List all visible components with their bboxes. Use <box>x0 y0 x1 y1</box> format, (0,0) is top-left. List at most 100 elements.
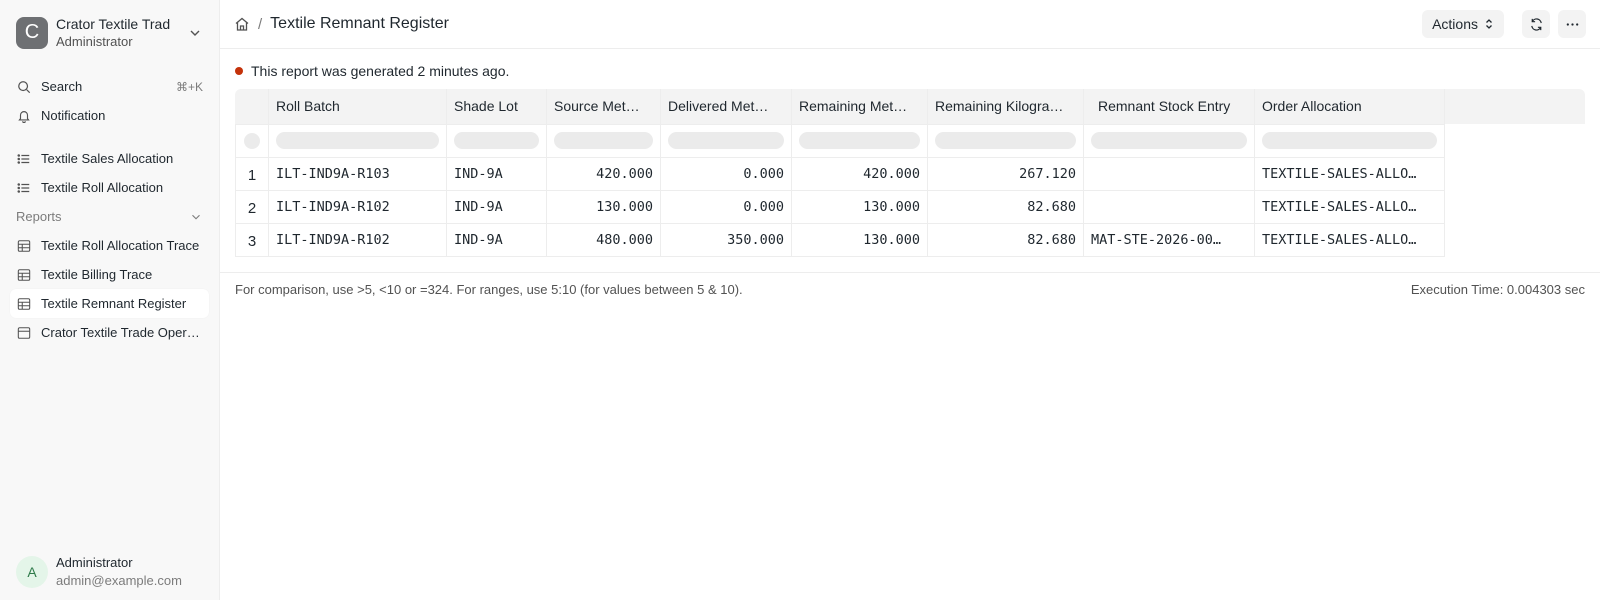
filter-cell[interactable] <box>791 123 928 158</box>
sidebar-notification[interactable]: Notification <box>0 101 219 130</box>
table-row[interactable]: 2 ILT-IND9A-R102 IND-9A 130.000 0.000 13… <box>235 189 1445 224</box>
row-index: 3 <box>235 222 269 257</box>
more-button[interactable] <box>1558 10 1586 38</box>
cell-remnant-stock-entry[interactable]: MAT-STE-2026-00… <box>1083 222 1255 257</box>
report-table: Roll Batch Shade Lot Source Met… Deliver… <box>235 89 1445 257</box>
filter-cell[interactable] <box>1254 123 1445 158</box>
filter-row <box>235 123 1445 158</box>
cell-roll-batch[interactable]: ILT-IND9A-R102 <box>268 222 447 257</box>
status-dot <box>235 67 243 75</box>
cell-source-meters[interactable]: 420.000 <box>546 156 661 191</box>
cell-remnant-stock-entry[interactable] <box>1083 189 1255 224</box>
app-root: C Crator Textile Trad Administrator Sear… <box>0 0 1600 600</box>
cell-remaining-meters[interactable]: 420.000 <box>791 156 928 191</box>
search-label: Search <box>41 79 83 94</box>
filter-placeholder <box>276 132 439 149</box>
sidebar-item-textile-billing-trace[interactable]: Textile Billing Trace <box>0 260 219 289</box>
cell-delivered-meters[interactable]: 0.000 <box>660 189 792 224</box>
user-name: Administrator <box>56 555 133 570</box>
row-index: 1 <box>235 156 269 191</box>
workspace-switcher[interactable]: C Crator Textile Trad Administrator <box>0 0 219 50</box>
workspace-role: Administrator <box>56 33 133 49</box>
table-row[interactable]: 1 ILT-IND9A-R103 IND-9A 420.000 0.000 42… <box>235 156 1445 191</box>
column-header-remnant-stock-entry[interactable]: Remnant Stock Entry <box>1083 89 1255 124</box>
cell-remaining-kilograms[interactable]: 82.680 <box>927 189 1084 224</box>
cell-remnant-stock-entry[interactable] <box>1083 156 1255 191</box>
updown-chevron-icon <box>1486 19 1492 29</box>
sidebar-item-textile-sales-allocation[interactable]: Textile Sales Allocation <box>0 144 219 173</box>
sheet-icon <box>16 325 32 341</box>
filter-cell[interactable] <box>1083 123 1255 158</box>
cell-order-allocation[interactable]: TEXTILE-SALES-ALLO… <box>1254 222 1445 257</box>
column-header-shade-lot[interactable]: Shade Lot <box>446 89 547 124</box>
sidebar-item-label: Crator Textile Trade Operations <box>41 325 203 340</box>
workspace-name: Crator Textile Trad <box>56 15 171 32</box>
filter-placeholder <box>454 132 539 149</box>
column-header-source-meters[interactable]: Source Met… <box>546 89 661 124</box>
list-icon <box>16 180 32 196</box>
reports-section-label: Reports <box>16 209 62 224</box>
cell-shade-lot[interactable]: IND-9A <box>446 222 547 257</box>
cell-order-allocation[interactable]: TEXTILE-SALES-ALLO… <box>1254 189 1445 224</box>
cell-shade-lot[interactable]: IND-9A <box>446 189 547 224</box>
sidebar: C Crator Textile Trad Administrator Sear… <box>0 0 220 600</box>
filter-placeholder <box>799 132 920 149</box>
user-email: admin@example.com <box>56 573 182 588</box>
cell-roll-batch[interactable]: ILT-IND9A-R102 <box>268 189 447 224</box>
filter-placeholder <box>1262 132 1437 149</box>
cell-source-meters[interactable]: 480.000 <box>546 222 661 257</box>
report-status: This report was generated 2 minutes ago. <box>220 49 1600 89</box>
column-header-remaining-meters[interactable]: Remaining Met… <box>791 89 928 124</box>
column-header-remaining-kilograms[interactable]: Remaining Kilogra… <box>927 89 1084 124</box>
sidebar-item-textile-roll-allocation-trace[interactable]: Textile Roll Allocation Trace <box>0 231 219 260</box>
sidebar-search[interactable]: Search ⌘+K <box>0 72 219 101</box>
sidebar-item-crator-textile-trade-operations[interactable]: Crator Textile Trade Operations <box>0 318 219 347</box>
cell-remaining-kilograms[interactable]: 267.120 <box>927 156 1084 191</box>
refresh-button[interactable] <box>1522 10 1550 38</box>
status-message: This report was generated 2 minutes ago. <box>251 63 510 79</box>
sidebar-item-textile-remnant-register[interactable]: Textile Remnant Register <box>10 289 209 318</box>
cell-roll-batch[interactable]: ILT-IND9A-R103 <box>268 156 447 191</box>
chevron-down-icon[interactable] <box>187 25 203 41</box>
cell-source-meters[interactable]: 130.000 <box>546 189 661 224</box>
cell-remaining-kilograms[interactable]: 82.680 <box>927 222 1084 257</box>
actions-label: Actions <box>1432 16 1478 32</box>
cell-shade-lot[interactable]: IND-9A <box>446 156 547 191</box>
chevron-down-icon[interactable] <box>189 210 203 224</box>
filter-cell[interactable] <box>446 123 547 158</box>
cell-delivered-meters[interactable]: 350.000 <box>660 222 792 257</box>
table-row[interactable]: 3 ILT-IND9A-R102 IND-9A 480.000 350.000 … <box>235 222 1445 257</box>
home-icon[interactable] <box>234 16 250 32</box>
filter-cell[interactable] <box>660 123 792 158</box>
row-index: 2 <box>235 189 269 224</box>
column-header-order-allocation[interactable]: Order Allocation <box>1254 89 1445 124</box>
column-header-delivered-meters[interactable]: Delivered Met… <box>660 89 792 124</box>
cell-delivered-meters[interactable]: 0.000 <box>660 156 792 191</box>
filter-cell-index <box>235 123 269 158</box>
sidebar-item-textile-roll-allocation[interactable]: Textile Roll Allocation <box>0 173 219 202</box>
column-header-roll-batch[interactable]: Roll Batch <box>268 89 447 124</box>
cell-remaining-meters[interactable]: 130.000 <box>791 222 928 257</box>
workspace-text: Crator Textile Trad Administrator <box>56 15 187 51</box>
sidebar-item-label: Textile Remnant Register <box>41 296 187 311</box>
actions-button[interactable]: Actions <box>1422 10 1504 38</box>
cell-remaining-meters[interactable]: 130.000 <box>791 189 928 224</box>
cell-order-allocation[interactable]: TEXTILE-SALES-ALLO… <box>1254 156 1445 191</box>
reports-section-header[interactable]: Reports <box>0 202 219 231</box>
filter-cell[interactable] <box>546 123 661 158</box>
workspace-logo: C <box>16 16 48 49</box>
filter-placeholder <box>554 132 653 149</box>
table-icon <box>16 238 32 254</box>
user-menu[interactable]: A Administrator admin@example.com <box>16 552 203 592</box>
filter-cell[interactable] <box>927 123 1084 158</box>
sidebar-item-label: Textile Roll Allocation <box>41 180 164 195</box>
filter-placeholder <box>935 132 1076 149</box>
more-horizontal-icon <box>1566 22 1578 26</box>
table-icon <box>16 296 32 312</box>
execution-time: Execution Time: 0.004303 sec <box>1410 281 1585 297</box>
topbar: / Textile Remnant Register Actions <box>220 0 1600 49</box>
page-title: Textile Remnant Register <box>270 15 449 32</box>
avatar: A <box>16 556 48 588</box>
breadcrumb: / Textile Remnant Register <box>234 15 1422 33</box>
filter-cell[interactable] <box>268 123 447 158</box>
